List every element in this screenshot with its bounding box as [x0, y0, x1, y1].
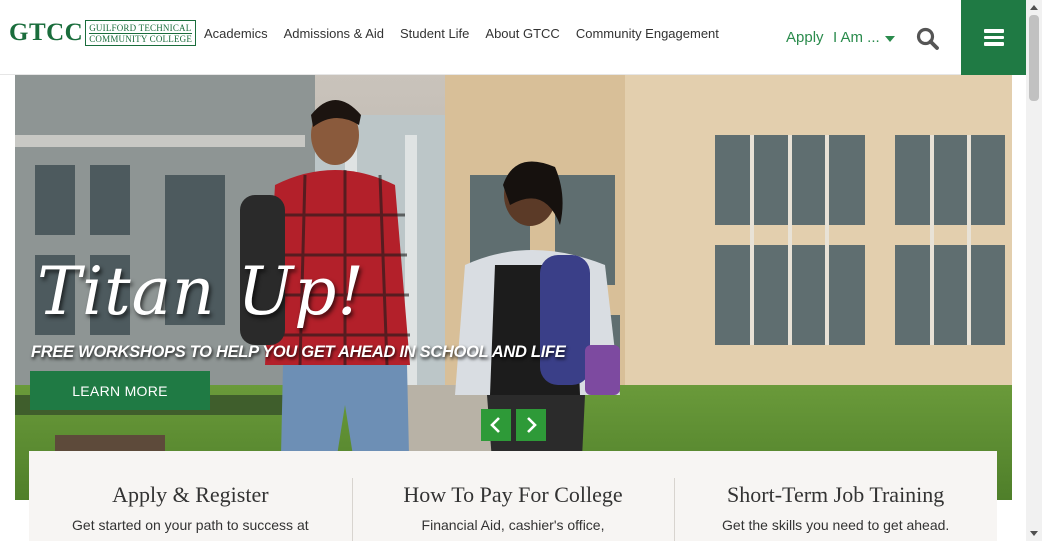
- nav-item-admissions-aid[interactable]: Admissions & Aid: [276, 26, 392, 42]
- card-title: Apply & Register: [112, 482, 269, 507]
- card-title: Short-Term Job Training: [727, 482, 945, 507]
- nav-item-about-gtcc[interactable]: About GTCC: [477, 26, 567, 42]
- card-pay-for-college[interactable]: How To Pay For College Financial Aid, ca…: [351, 451, 675, 541]
- logo-line-1: GUILFORD TECHNICAL: [89, 22, 193, 34]
- quick-links: Apply & Register Get started on your pat…: [29, 451, 997, 541]
- card-apply-register[interactable]: Apply & Register Get started on your pat…: [29, 451, 352, 541]
- card-job-training[interactable]: Short-Term Job Training Get the skills y…: [674, 451, 997, 541]
- scrollbar-thumb[interactable]: [1029, 15, 1039, 101]
- learn-more-button[interactable]: LEARN MORE: [30, 371, 210, 410]
- slider-next-button[interactable]: [516, 409, 546, 441]
- scroll-up-arrow-icon[interactable]: [1030, 5, 1038, 10]
- scroll-down-arrow-icon[interactable]: [1030, 531, 1038, 536]
- card-text: Get started on your path to success at: [72, 517, 309, 533]
- search-button[interactable]: [914, 25, 942, 53]
- i-am-dropdown[interactable]: I Am ...: [833, 29, 895, 46]
- logo-line-2: COMMUNITY COLLEGE: [89, 33, 193, 44]
- nav-item-community-engagement[interactable]: Community Engagement: [568, 26, 727, 42]
- card-text: Get the skills you need to get ahead.: [722, 517, 950, 533]
- hero-slider: Titan Up! FREE WORKSHOPS TO HELP YOU GET…: [15, 75, 1012, 500]
- i-am-label: I Am ...: [833, 29, 880, 46]
- card-text: Financial Aid, cashier's office,: [421, 517, 605, 533]
- page-scrollbar[interactable]: [1026, 0, 1042, 541]
- card-title: How To Pay For College: [403, 482, 623, 507]
- logo-college-name: GUILFORD TECHNICAL COMMUNITY COLLEGE: [85, 20, 197, 46]
- nav-item-student-life[interactable]: Student Life: [392, 26, 477, 42]
- caret-down-icon: [884, 35, 895, 42]
- hero-title: Titan Up!: [37, 253, 365, 330]
- nav-item-academics[interactable]: Academics: [196, 26, 276, 42]
- menu-button[interactable]: [961, 0, 1026, 75]
- slider-prev-button[interactable]: [481, 409, 511, 441]
- hero-subtitle: FREE WORKSHOPS TO HELP YOU GET AHEAD IN …: [31, 343, 566, 361]
- chevron-right-icon: [527, 417, 537, 433]
- gtcc-logo[interactable]: GTCC GUILFORD TECHNICAL COMMUNITY COLLEG…: [9, 19, 197, 47]
- site-header: GTCC GUILFORD TECHNICAL COMMUNITY COLLEG…: [0, 0, 1026, 75]
- main-nav: Academics Admissions & Aid Student Life …: [196, 26, 727, 42]
- chevron-left-icon: [490, 417, 500, 433]
- apply-link[interactable]: Apply: [786, 29, 824, 46]
- hamburger-menu-icon: [983, 26, 1004, 49]
- logo-mark: GTCC: [9, 19, 84, 46]
- search-icon: [916, 27, 939, 50]
